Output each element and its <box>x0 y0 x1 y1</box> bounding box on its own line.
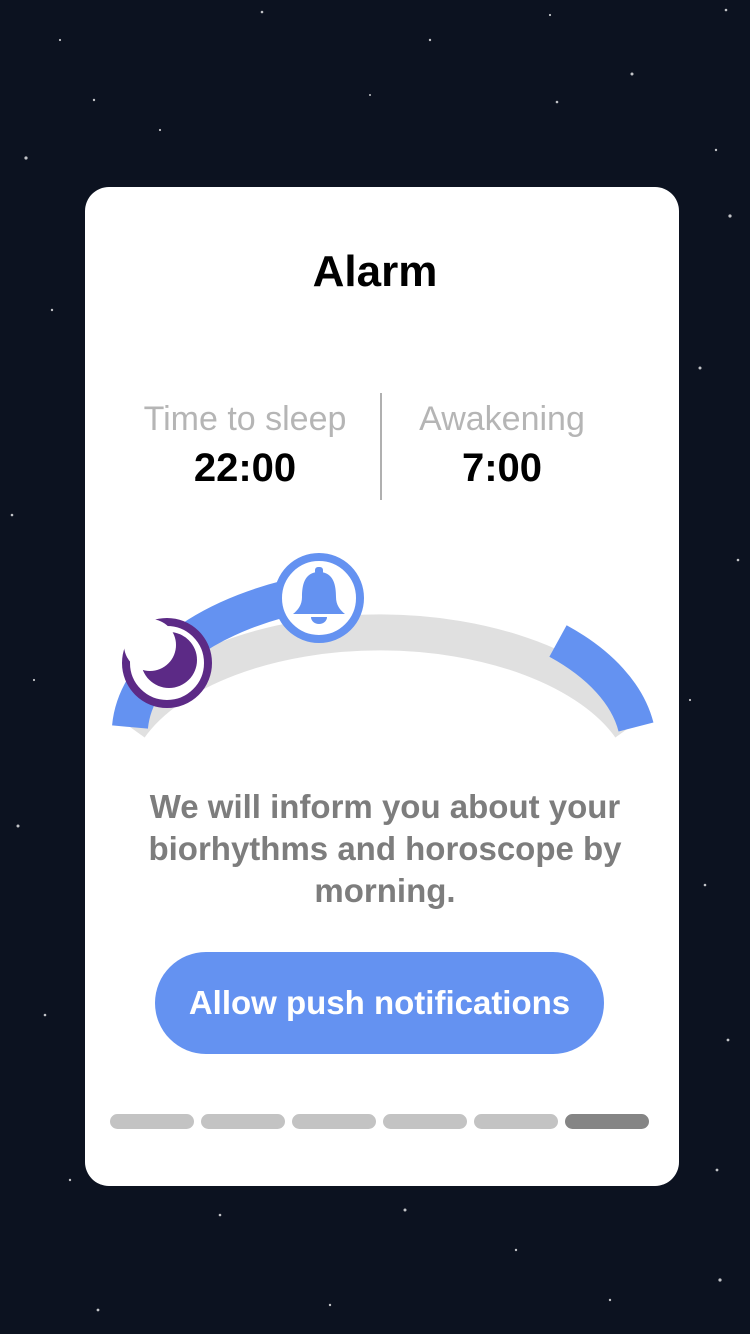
page-dot-3[interactable] <box>292 1114 376 1129</box>
sleep-time-label: Time to sleep <box>143 400 347 438</box>
wake-time-label: Awakening <box>419 400 585 438</box>
page-indicator <box>110 1114 650 1129</box>
wake-time-value: 7:00 <box>461 446 543 490</box>
sleep-time-block[interactable]: Time to sleep 22:00 <box>120 398 370 496</box>
allow-push-notifications-button[interactable]: Allow push notifications <box>155 952 604 1054</box>
sleep-time-value: 22:00 <box>193 446 297 490</box>
time-divider <box>380 393 382 500</box>
notification-info-text: We will inform you about your biorhythms… <box>148 788 622 909</box>
card-title: Alarm <box>312 247 438 296</box>
page-dot-2[interactable] <box>201 1114 285 1129</box>
wake-marker-handle[interactable] <box>274 553 364 643</box>
page-dot-6[interactable] <box>565 1114 649 1129</box>
sleep-marker-handle[interactable] <box>122 618 212 708</box>
page-dot-5[interactable] <box>474 1114 558 1129</box>
wake-time-block[interactable]: Awakening 7:00 <box>392 398 612 496</box>
page-dot-1[interactable] <box>110 1114 194 1129</box>
page-dot-4[interactable] <box>383 1114 467 1129</box>
